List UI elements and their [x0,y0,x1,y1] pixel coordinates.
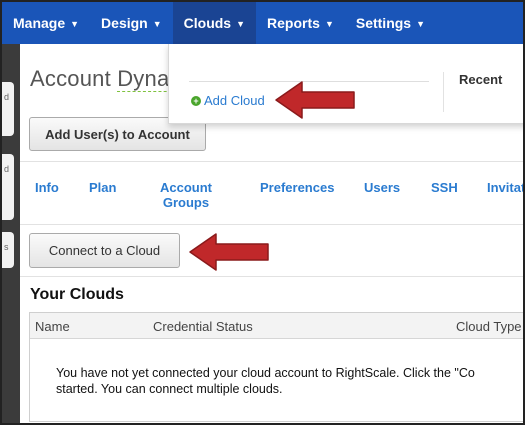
table-header: Name Credential Status Cloud Type [30,313,523,339]
nav-clouds-label: Clouds [183,15,232,31]
app-frame: Manage ▼ Design ▼ Clouds ▼ Reports ▼ Set… [0,0,525,425]
your-clouds-heading: Your Clouds [30,286,124,303]
nav-manage-label: Manage [13,15,66,31]
nav-reports[interactable]: Reports ▼ [256,2,345,44]
connect-cloud-button[interactable]: Connect to a Cloud [29,233,180,268]
account-tabs: Info Plan Account Groups Preferences Use… [20,161,523,225]
nav-design[interactable]: Design ▼ [90,2,173,44]
divider [20,276,523,277]
tab-ssh[interactable]: SSH [431,180,458,195]
sidebar-card-label: s [4,242,9,252]
nav-clouds[interactable]: Clouds ▼ [172,2,257,44]
chevron-down-icon: ▼ [416,19,426,29]
chevron-down-icon: ▼ [324,19,334,29]
nav-settings[interactable]: Settings ▼ [345,2,436,44]
tab-plan[interactable]: Plan [89,180,116,195]
empty-state-message: You have not yet connected your cloud ac… [56,365,475,397]
tab-preferences[interactable]: Preferences [260,180,334,195]
sidebar-card-label: d [4,164,10,174]
arrow-left-icon [275,81,355,119]
column-header-credential-status[interactable]: Credential Status [153,319,253,334]
sidebar-card[interactable]: d [2,154,14,220]
sidebar-card-label: d [4,92,10,102]
add-cloud-link[interactable]: + Add Cloud [191,93,265,108]
tab-invitations[interactable]: Invitati [487,180,523,195]
tab-info[interactable]: Info [35,180,59,195]
chevron-down-icon: ▼ [152,19,162,29]
column-header-cloud-type[interactable]: Cloud Type [456,319,522,334]
column-header-name[interactable]: Name [35,319,70,334]
page-title-prefix: Account [30,66,111,91]
nav-manage[interactable]: Manage ▼ [2,2,90,44]
chevron-down-icon: ▼ [236,19,246,29]
arrow-left-icon [189,233,269,271]
nav-design-label: Design [101,15,148,31]
sidebar-card[interactable]: d [2,82,14,136]
clouds-table: Name Credential Status Cloud Type You ha… [29,312,523,422]
left-sidebar: d d s [2,44,20,423]
tab-users[interactable]: Users [364,180,400,195]
divider [443,72,444,112]
nav-settings-label: Settings [355,15,412,31]
empty-state-line: started. You can connect multiple clouds… [56,382,283,396]
page-title: Account Dynar [30,66,177,92]
tab-account-groups[interactable]: Account Groups [160,180,212,210]
empty-state-line: You have not yet connected your cloud ac… [56,366,475,380]
recent-heading: Recent [459,72,503,87]
add-cloud-label: Add Cloud [204,93,265,108]
nav-reports-label: Reports [267,15,320,31]
sidebar-card[interactable]: s [2,232,14,268]
top-nav-bar: Manage ▼ Design ▼ Clouds ▼ Reports ▼ Set… [2,2,523,44]
chevron-down-icon: ▼ [70,19,80,29]
plus-icon: + [191,95,201,106]
